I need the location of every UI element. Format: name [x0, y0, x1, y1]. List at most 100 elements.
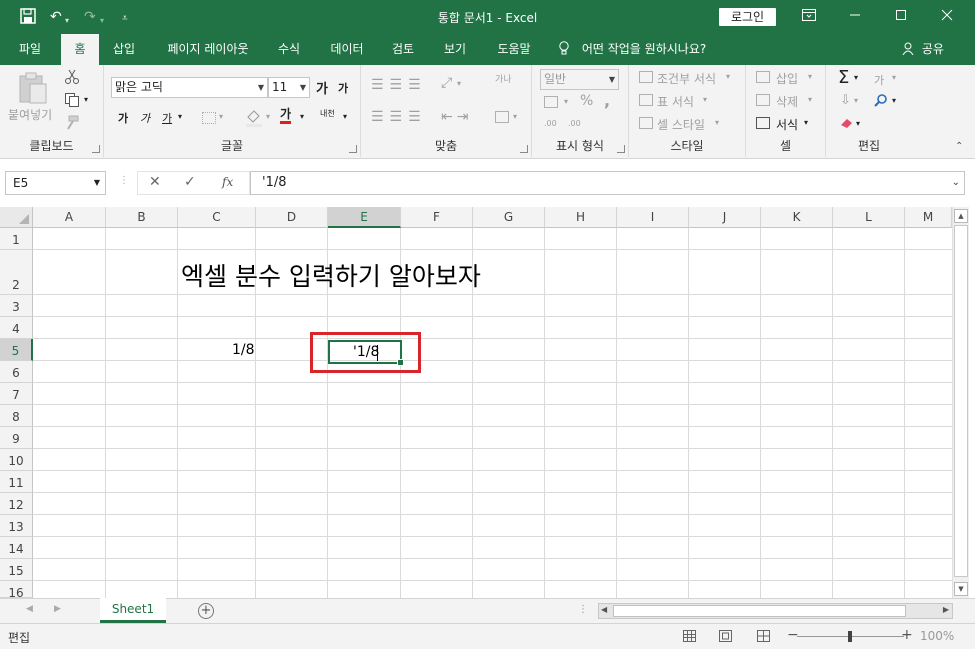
find-select-icon[interactable] [874, 93, 888, 110]
vertical-align-icons[interactable]: ☰☰☰ [371, 77, 427, 93]
decrease-decimal-button[interactable]: .00 [568, 119, 581, 128]
format-as-table-button[interactable]: 표 서식 [657, 93, 694, 110]
column-header-e[interactable]: E [328, 207, 401, 228]
select-all-button[interactable] [0, 207, 33, 228]
row-header-3[interactable]: 3 [0, 295, 33, 317]
merge-dropdown-icon[interactable]: ▾ [513, 112, 517, 121]
orientation-icon[interactable]: ⤢ [441, 75, 452, 91]
tab-view[interactable]: 보기 [434, 34, 476, 65]
prev-sheet-icon[interactable]: ◀ [26, 604, 33, 614]
borders-dropdown-icon[interactable]: ▾ [219, 112, 223, 121]
horizontal-scroll-thumb[interactable] [613, 605, 906, 617]
row-header-14[interactable]: 14 [0, 537, 33, 559]
page-break-view-icon[interactable] [757, 630, 770, 642]
wrap-text-button[interactable]: 가나 [495, 75, 512, 85]
tab-help[interactable]: 도움말 [487, 34, 541, 65]
borders-icon[interactable] [202, 112, 216, 124]
scroll-left-icon[interactable]: ◀ [601, 605, 607, 614]
autosum-dropdown-icon[interactable]: ▾ [854, 73, 858, 82]
percent-button[interactable]: % [580, 93, 593, 109]
column-header-k[interactable]: K [761, 207, 833, 228]
row-header-4[interactable]: 4 [0, 317, 33, 339]
ribbon-display-options-icon[interactable] [786, 0, 832, 34]
accounting-dropdown-icon[interactable]: ▾ [564, 97, 568, 106]
format-painter-icon[interactable] [64, 115, 80, 134]
horizontal-align-icons[interactable]: ☰☰☰ [371, 109, 427, 125]
column-header-a[interactable]: A [33, 207, 106, 228]
comma-button[interactable]: , [604, 91, 610, 110]
format-dropdown-icon[interactable]: ▾ [804, 118, 808, 127]
insert-dropdown-icon[interactable]: ▾ [808, 72, 812, 81]
redo-dropdown-icon[interactable]: ▾ [100, 12, 104, 30]
redo-icon[interactable]: ↷ [84, 8, 96, 26]
underline-button[interactable]: 가 [162, 110, 172, 126]
row-header-9[interactable]: 9 [0, 427, 33, 449]
cell-styles-button[interactable]: 셀 스타일 [657, 116, 705, 133]
insert-function-button[interactable]: fx [222, 175, 233, 189]
find-dropdown-icon[interactable]: ▾ [892, 96, 896, 105]
column-header-m[interactable]: M [905, 207, 952, 228]
cut-icon[interactable] [64, 69, 80, 88]
delete-dropdown-icon[interactable]: ▾ [808, 95, 812, 104]
undo-icon[interactable]: ↶ [50, 8, 62, 26]
sort-filter-button[interactable]: 가 [874, 72, 884, 88]
login-button[interactable]: 로그인 [719, 8, 776, 26]
row-header-13[interactable]: 13 [0, 515, 33, 537]
table-dropdown-icon[interactable]: ▾ [703, 95, 707, 104]
scroll-down-icon[interactable]: ▼ [954, 582, 968, 596]
row-header-12[interactable]: 12 [0, 493, 33, 515]
row-header-16[interactable]: 16 [0, 581, 33, 598]
column-header-d[interactable]: D [256, 207, 328, 228]
cell-styles-dropdown-icon[interactable]: ▾ [715, 118, 719, 127]
tab-insert[interactable]: 삽입 [103, 34, 145, 65]
font-launcher-icon[interactable] [349, 145, 357, 153]
page-layout-view-icon[interactable] [719, 630, 732, 642]
minimize-button[interactable] [832, 0, 878, 34]
zoom-in-button[interactable]: + [901, 627, 913, 643]
phonetic-button[interactable]: 내천 [320, 109, 335, 118]
number-launcher-icon[interactable] [617, 145, 625, 153]
cell-c2[interactable]: 엑셀 분수 입력하기 알아보자 [181, 257, 481, 293]
vertical-scroll-thumb[interactable] [954, 225, 968, 577]
column-header-j[interactable]: J [689, 207, 761, 228]
row-header-15[interactable]: 15 [0, 559, 33, 581]
tab-page-layout[interactable]: 페이지 레이아웃 [157, 34, 259, 65]
close-button[interactable] [924, 0, 970, 34]
tab-file[interactable]: 파일 [8, 34, 52, 65]
autosum-icon[interactable]: Σ [838, 67, 849, 88]
row-header-5[interactable]: 5 [0, 339, 33, 361]
save-icon[interactable] [20, 8, 36, 29]
fill-icon[interactable]: ⇩ [840, 93, 851, 108]
zoom-slider-thumb[interactable] [848, 631, 852, 642]
cancel-icon[interactable]: ✕ [149, 174, 161, 190]
add-sheet-button[interactable]: + [198, 603, 214, 619]
font-color-button[interactable]: 가 [280, 107, 292, 124]
worksheet-grid[interactable]: A B C D E F G H I J K L M 1 2 3 4 5 6 7 … [0, 207, 975, 598]
copy-icon[interactable] [64, 92, 80, 111]
horizontal-scrollbar[interactable]: ◀ ▶ [598, 603, 953, 619]
tell-me-search[interactable]: 어떤 작업을 원하시나요? [558, 34, 706, 65]
tab-review[interactable]: 검토 [382, 34, 424, 65]
fill-color-dropdown-icon[interactable]: ▾ [266, 112, 270, 121]
font-size-select[interactable]: 11 ▼ [268, 77, 310, 98]
scroll-right-icon[interactable]: ▶ [943, 605, 949, 614]
font-name-select[interactable]: 맑은 고딕 ▼ [111, 77, 268, 98]
format-cells-button[interactable]: 서식 [776, 116, 798, 133]
font-color-dropdown-icon[interactable]: ▾ [300, 112, 304, 121]
cell-c5[interactable]: 1/8 [232, 342, 255, 358]
sheet-tab-sheet1[interactable]: Sheet1 [100, 598, 166, 623]
phonetic-dropdown-icon[interactable]: ▾ [343, 112, 347, 121]
column-header-f[interactable]: F [401, 207, 473, 228]
name-box[interactable]: E5 ▼ [5, 171, 106, 195]
alignment-launcher-icon[interactable] [520, 145, 528, 153]
clear-dropdown-icon[interactable]: ▾ [856, 119, 860, 128]
share-button[interactable]: 공유 [902, 34, 944, 65]
row-header-1[interactable]: 1 [0, 228, 33, 250]
clear-icon[interactable] [840, 117, 854, 132]
column-header-g[interactable]: G [473, 207, 545, 228]
zoom-level[interactable]: 100% [920, 629, 954, 643]
zoom-out-button[interactable]: − [787, 627, 799, 643]
column-header-i[interactable]: I [617, 207, 689, 228]
conditional-format-button[interactable]: 조건부 서식 [657, 70, 716, 87]
column-header-l[interactable]: L [833, 207, 905, 228]
